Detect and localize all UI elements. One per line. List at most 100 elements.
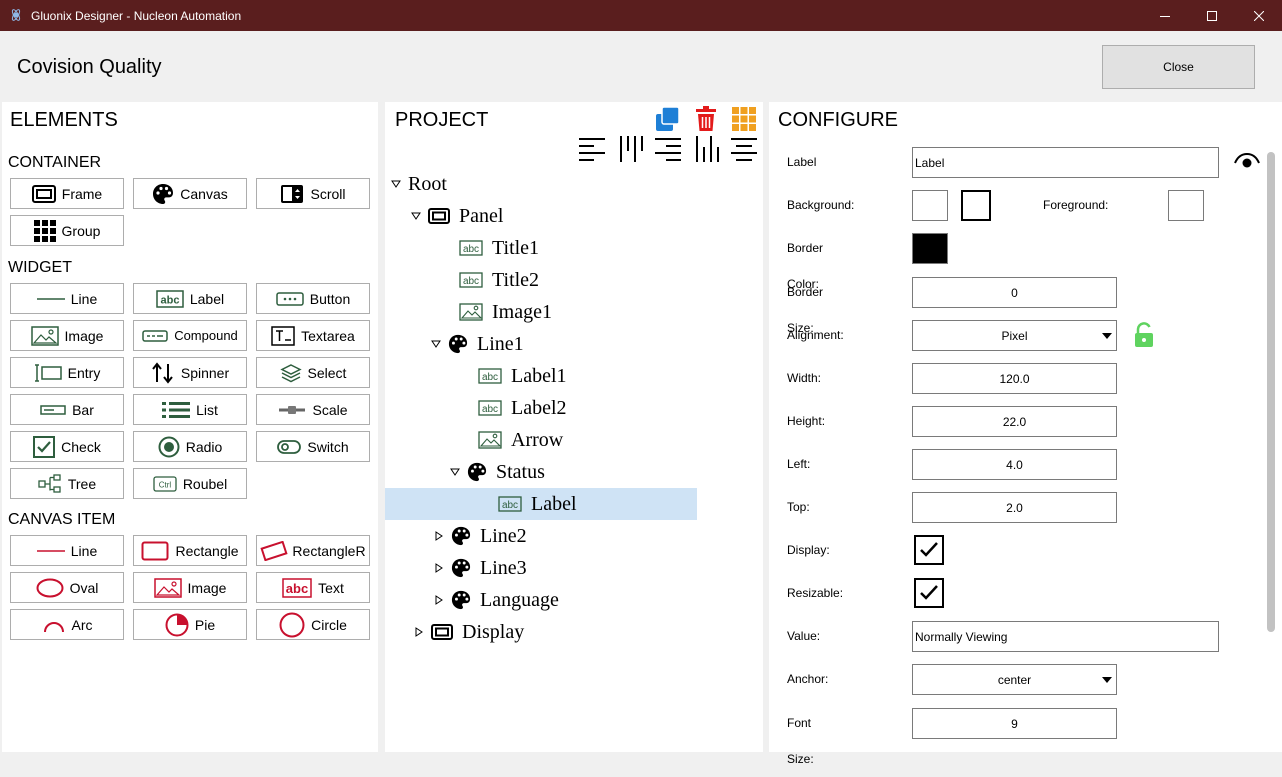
label-input[interactable]: Label (912, 147, 1219, 178)
grid-icon[interactable] (732, 107, 756, 131)
widget-textarea-button[interactable]: Textarea (256, 320, 370, 351)
expand-arrow-icon[interactable] (433, 562, 445, 574)
canvas-arc-button[interactable]: Arc (10, 609, 124, 640)
unlock-icon[interactable] (1133, 322, 1157, 348)
widget-entry-button[interactable]: Entry (10, 357, 124, 388)
tree-node[interactable]: Line2 (433, 520, 527, 552)
tree-node-label: Root (408, 172, 447, 195)
circle-icon (279, 612, 305, 637)
trash-icon[interactable] (695, 106, 717, 132)
widget-select-button[interactable]: Select (256, 357, 370, 388)
widget-scale-button[interactable]: Scale (256, 394, 370, 425)
left-input[interactable]: 4.0 (912, 449, 1117, 480)
align-left-icon[interactable] (579, 136, 605, 162)
tree-node[interactable]: Arrow (460, 424, 563, 456)
align-right-icon[interactable] (655, 136, 681, 162)
expand-arrow-icon[interactable] (413, 626, 425, 638)
top-input[interactable]: 2.0 (912, 492, 1117, 523)
canvas-pie-button[interactable]: Pie (133, 609, 247, 640)
tree-node[interactable]: Status (449, 456, 545, 488)
tree-node[interactable]: abc Label (480, 488, 577, 520)
height-input[interactable]: 22.0 (912, 406, 1117, 437)
window-close-button[interactable] (1236, 0, 1282, 31)
alignment-label: Alignment: (787, 328, 844, 342)
tree-node[interactable]: abc Title2 (441, 264, 539, 296)
canvas-circle-button[interactable]: Circle (256, 609, 370, 640)
collapse-arrow-icon[interactable] (449, 466, 461, 478)
rectangle-icon (141, 541, 169, 560)
anchor-select[interactable]: center (912, 664, 1117, 695)
line-icon (36, 297, 65, 300)
canvas-image-button[interactable]: Image (133, 572, 247, 603)
widget-list-button[interactable]: List (133, 394, 247, 425)
background-transparent-swatch[interactable] (961, 190, 991, 221)
configure-scrollbar[interactable] (1267, 152, 1275, 632)
canvas-rectangler-button[interactable]: RectangleR (256, 535, 370, 566)
widget-image-button[interactable]: Image (10, 320, 124, 351)
expand-arrow-icon[interactable] (433, 594, 445, 606)
widget-compound-button[interactable]: Compound (133, 320, 247, 351)
tree-node[interactable]: Line3 (433, 552, 527, 584)
value-label: Value: (787, 629, 821, 643)
label-icon: abc (459, 272, 483, 288)
collapse-arrow-icon[interactable] (390, 178, 402, 190)
width-input[interactable]: 120.0 (912, 363, 1117, 394)
align-center-icon[interactable] (731, 136, 757, 162)
element-scroll-button[interactable]: Scroll (256, 178, 370, 209)
border-size-input[interactable]: 0 (912, 277, 1117, 308)
canvas-oval-button[interactable]: Oval (10, 572, 124, 603)
maximize-button[interactable] (1189, 0, 1235, 31)
minimize-button[interactable] (1142, 0, 1188, 31)
align-bottom-icon[interactable] (694, 136, 720, 162)
tree-node[interactable]: abc Title1 (441, 232, 539, 264)
widget-check-button[interactable]: Check (10, 431, 124, 462)
close-button[interactable]: Close (1102, 45, 1255, 89)
value-input[interactable]: Normally Viewing (912, 621, 1219, 652)
widget-label-button[interactable]: abc Label (133, 283, 247, 314)
eye-icon[interactable] (1234, 152, 1260, 170)
list-icon (162, 401, 191, 418)
font-size-input[interactable]: 9 (912, 708, 1117, 739)
expand-arrow-icon[interactable] (433, 530, 445, 542)
tree-node[interactable]: Image1 (441, 296, 552, 328)
tree-node[interactable]: Root (390, 168, 447, 200)
background-color-swatch[interactable] (912, 190, 948, 221)
foreground-color-swatch[interactable] (1168, 190, 1204, 221)
svg-text:abc: abc (502, 500, 518, 511)
alignment-value: Pixel (1001, 328, 1028, 343)
widget-switch-button[interactable]: Switch (256, 431, 370, 462)
tree-node[interactable]: abc Label1 (460, 360, 567, 392)
collapse-arrow-icon[interactable] (410, 210, 422, 222)
widget-line-button[interactable]: Line (10, 283, 124, 314)
collapse-arrow-icon[interactable] (430, 338, 442, 350)
border-color-swatch[interactable] (912, 233, 948, 264)
widget-radio-button[interactable]: Radio (133, 431, 247, 462)
tree-node-label: Language (480, 588, 559, 611)
tree-node[interactable]: Language (433, 584, 559, 616)
widget-bar-button[interactable]: Bar (10, 394, 124, 425)
canvas-rectangle-button[interactable]: Rectangle (133, 535, 247, 566)
widget-spinner-button[interactable]: Spinner (133, 357, 247, 388)
resizable-checkbox[interactable] (914, 578, 944, 608)
alignment-select[interactable]: Pixel (912, 320, 1117, 351)
display-checkbox[interactable] (914, 535, 944, 565)
element-group-button[interactable]: Group (10, 215, 124, 246)
tree-node[interactable]: Line1 (430, 328, 524, 360)
widget-tree-button[interactable]: Tree (10, 468, 124, 499)
button-icon (276, 291, 304, 306)
tree-node-label: Line2 (480, 524, 527, 547)
widget-roubel-button[interactable]: Ctrl Roubel (133, 468, 247, 499)
widget-button-button[interactable]: Button (256, 283, 370, 314)
copy-icon[interactable] (655, 106, 681, 132)
canvas-line-button[interactable]: Line (10, 535, 124, 566)
canvas-text-button[interactable]: abc Text (256, 572, 370, 603)
resizable-label: Resizable: (787, 586, 844, 600)
tree-node[interactable]: Display (413, 616, 524, 648)
layers-icon (279, 363, 302, 382)
align-top-icon[interactable] (618, 136, 644, 162)
element-canvas-button[interactable]: Canvas (133, 178, 247, 209)
tree-node[interactable]: abc Label2 (460, 392, 567, 424)
left-label: Left: (787, 457, 811, 471)
element-frame-button[interactable]: Frame (10, 178, 124, 209)
tree-node[interactable]: Panel (410, 200, 503, 232)
